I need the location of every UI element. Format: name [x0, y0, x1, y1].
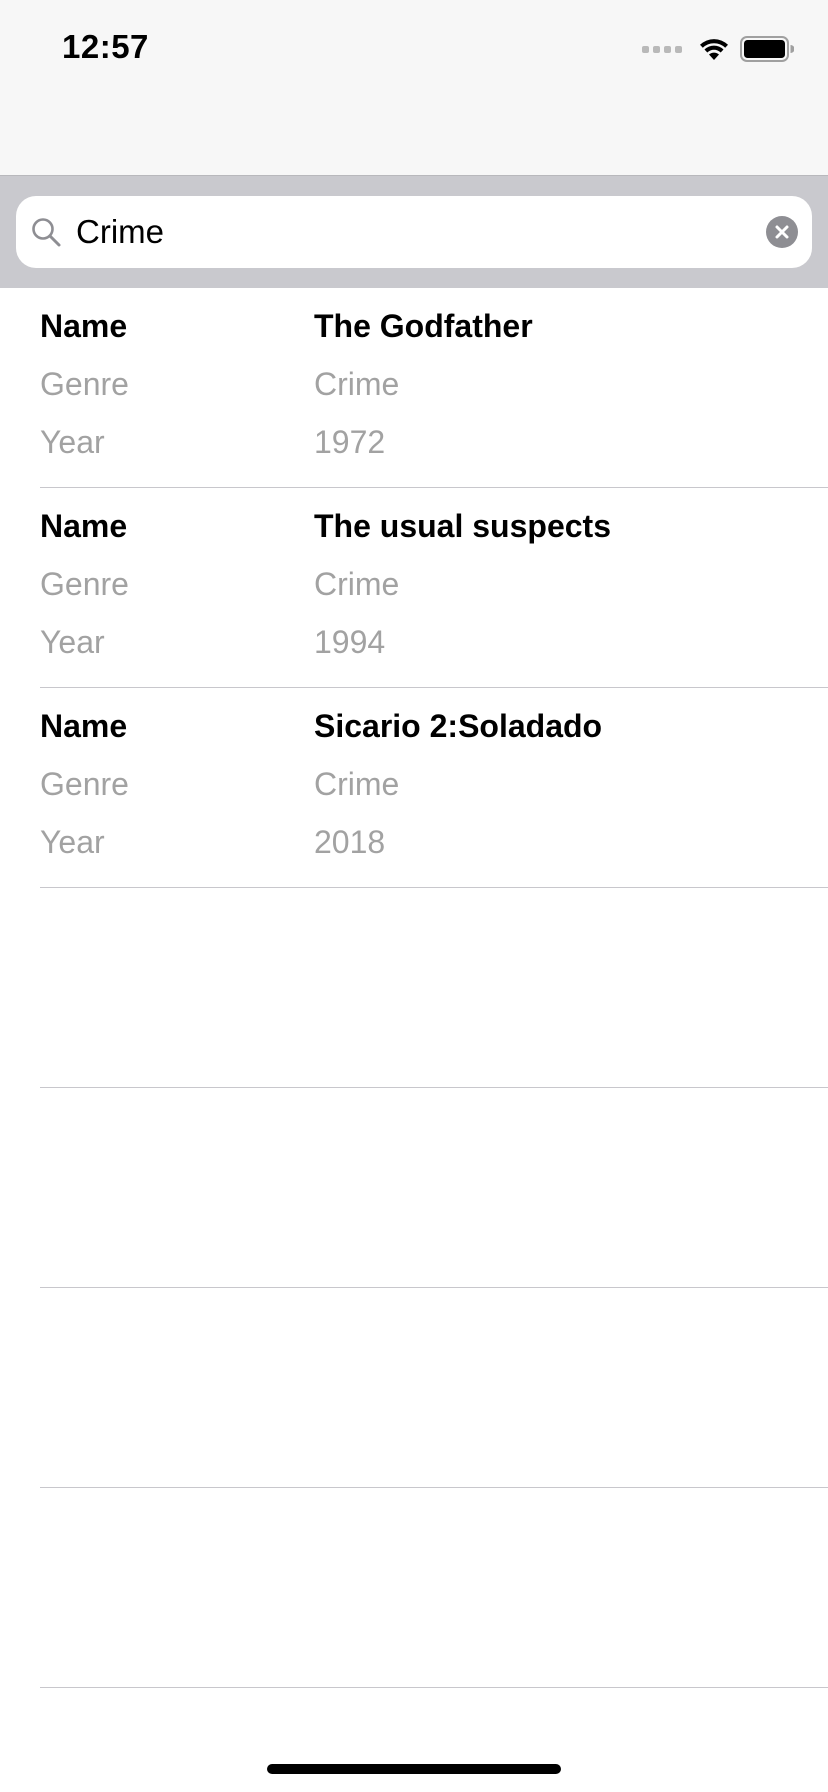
home-indicator[interactable]	[267, 1764, 561, 1774]
genre-label: Genre	[40, 566, 129, 602]
movie-genre: Crime	[314, 366, 400, 402]
movie-name: The usual suspects	[314, 508, 611, 544]
search-query-text[interactable]: Crime	[76, 208, 164, 256]
screen: 12:57 Crime Name The Godfather Genre Cri…	[0, 0, 828, 1792]
row-separator	[40, 1687, 828, 1688]
search-icon	[30, 216, 62, 248]
status-icons	[642, 34, 794, 64]
empty-list-item	[0, 1088, 828, 1288]
movie-year: 1972	[314, 424, 386, 460]
wifi-icon	[698, 36, 730, 62]
status-time: 12:57	[62, 28, 149, 65]
movie-name: The Godfather	[314, 308, 533, 344]
movie-genre: Crime	[314, 566, 400, 602]
list-item[interactable]: Name The usual suspects Genre Crime Year…	[0, 488, 828, 688]
list-item[interactable]: Name The Godfather Genre Crime Year 1972	[0, 288, 828, 488]
movie-name: Sicario 2:Soladado	[314, 708, 603, 744]
empty-list-item	[0, 888, 828, 1088]
name-label: Name	[40, 708, 128, 744]
clear-icon	[775, 225, 789, 239]
cellular-signal-icon	[642, 45, 682, 53]
search-input[interactable]: Crime	[16, 196, 812, 268]
navigation-bar: 12:57	[0, 0, 828, 176]
year-label: Year	[40, 824, 105, 860]
name-label: Name	[40, 308, 128, 344]
empty-list-item	[0, 1488, 828, 1688]
name-label: Name	[40, 508, 128, 544]
movie-list: Name The Godfather Genre Crime Year 1972…	[0, 288, 828, 1688]
battery-icon	[740, 36, 794, 62]
clear-search-button[interactable]	[766, 216, 798, 248]
search-bar: Crime	[0, 176, 828, 288]
movie-genre: Crime	[314, 766, 400, 802]
list-item[interactable]: Name Sicario 2:Soladado Genre Crime Year…	[0, 688, 828, 888]
empty-list-item	[0, 1288, 828, 1488]
genre-label: Genre	[40, 766, 129, 802]
movie-year: 1994	[314, 624, 386, 660]
movie-year: 2018	[314, 824, 386, 860]
year-label: Year	[40, 624, 105, 660]
year-label: Year	[40, 424, 105, 460]
genre-label: Genre	[40, 366, 129, 402]
